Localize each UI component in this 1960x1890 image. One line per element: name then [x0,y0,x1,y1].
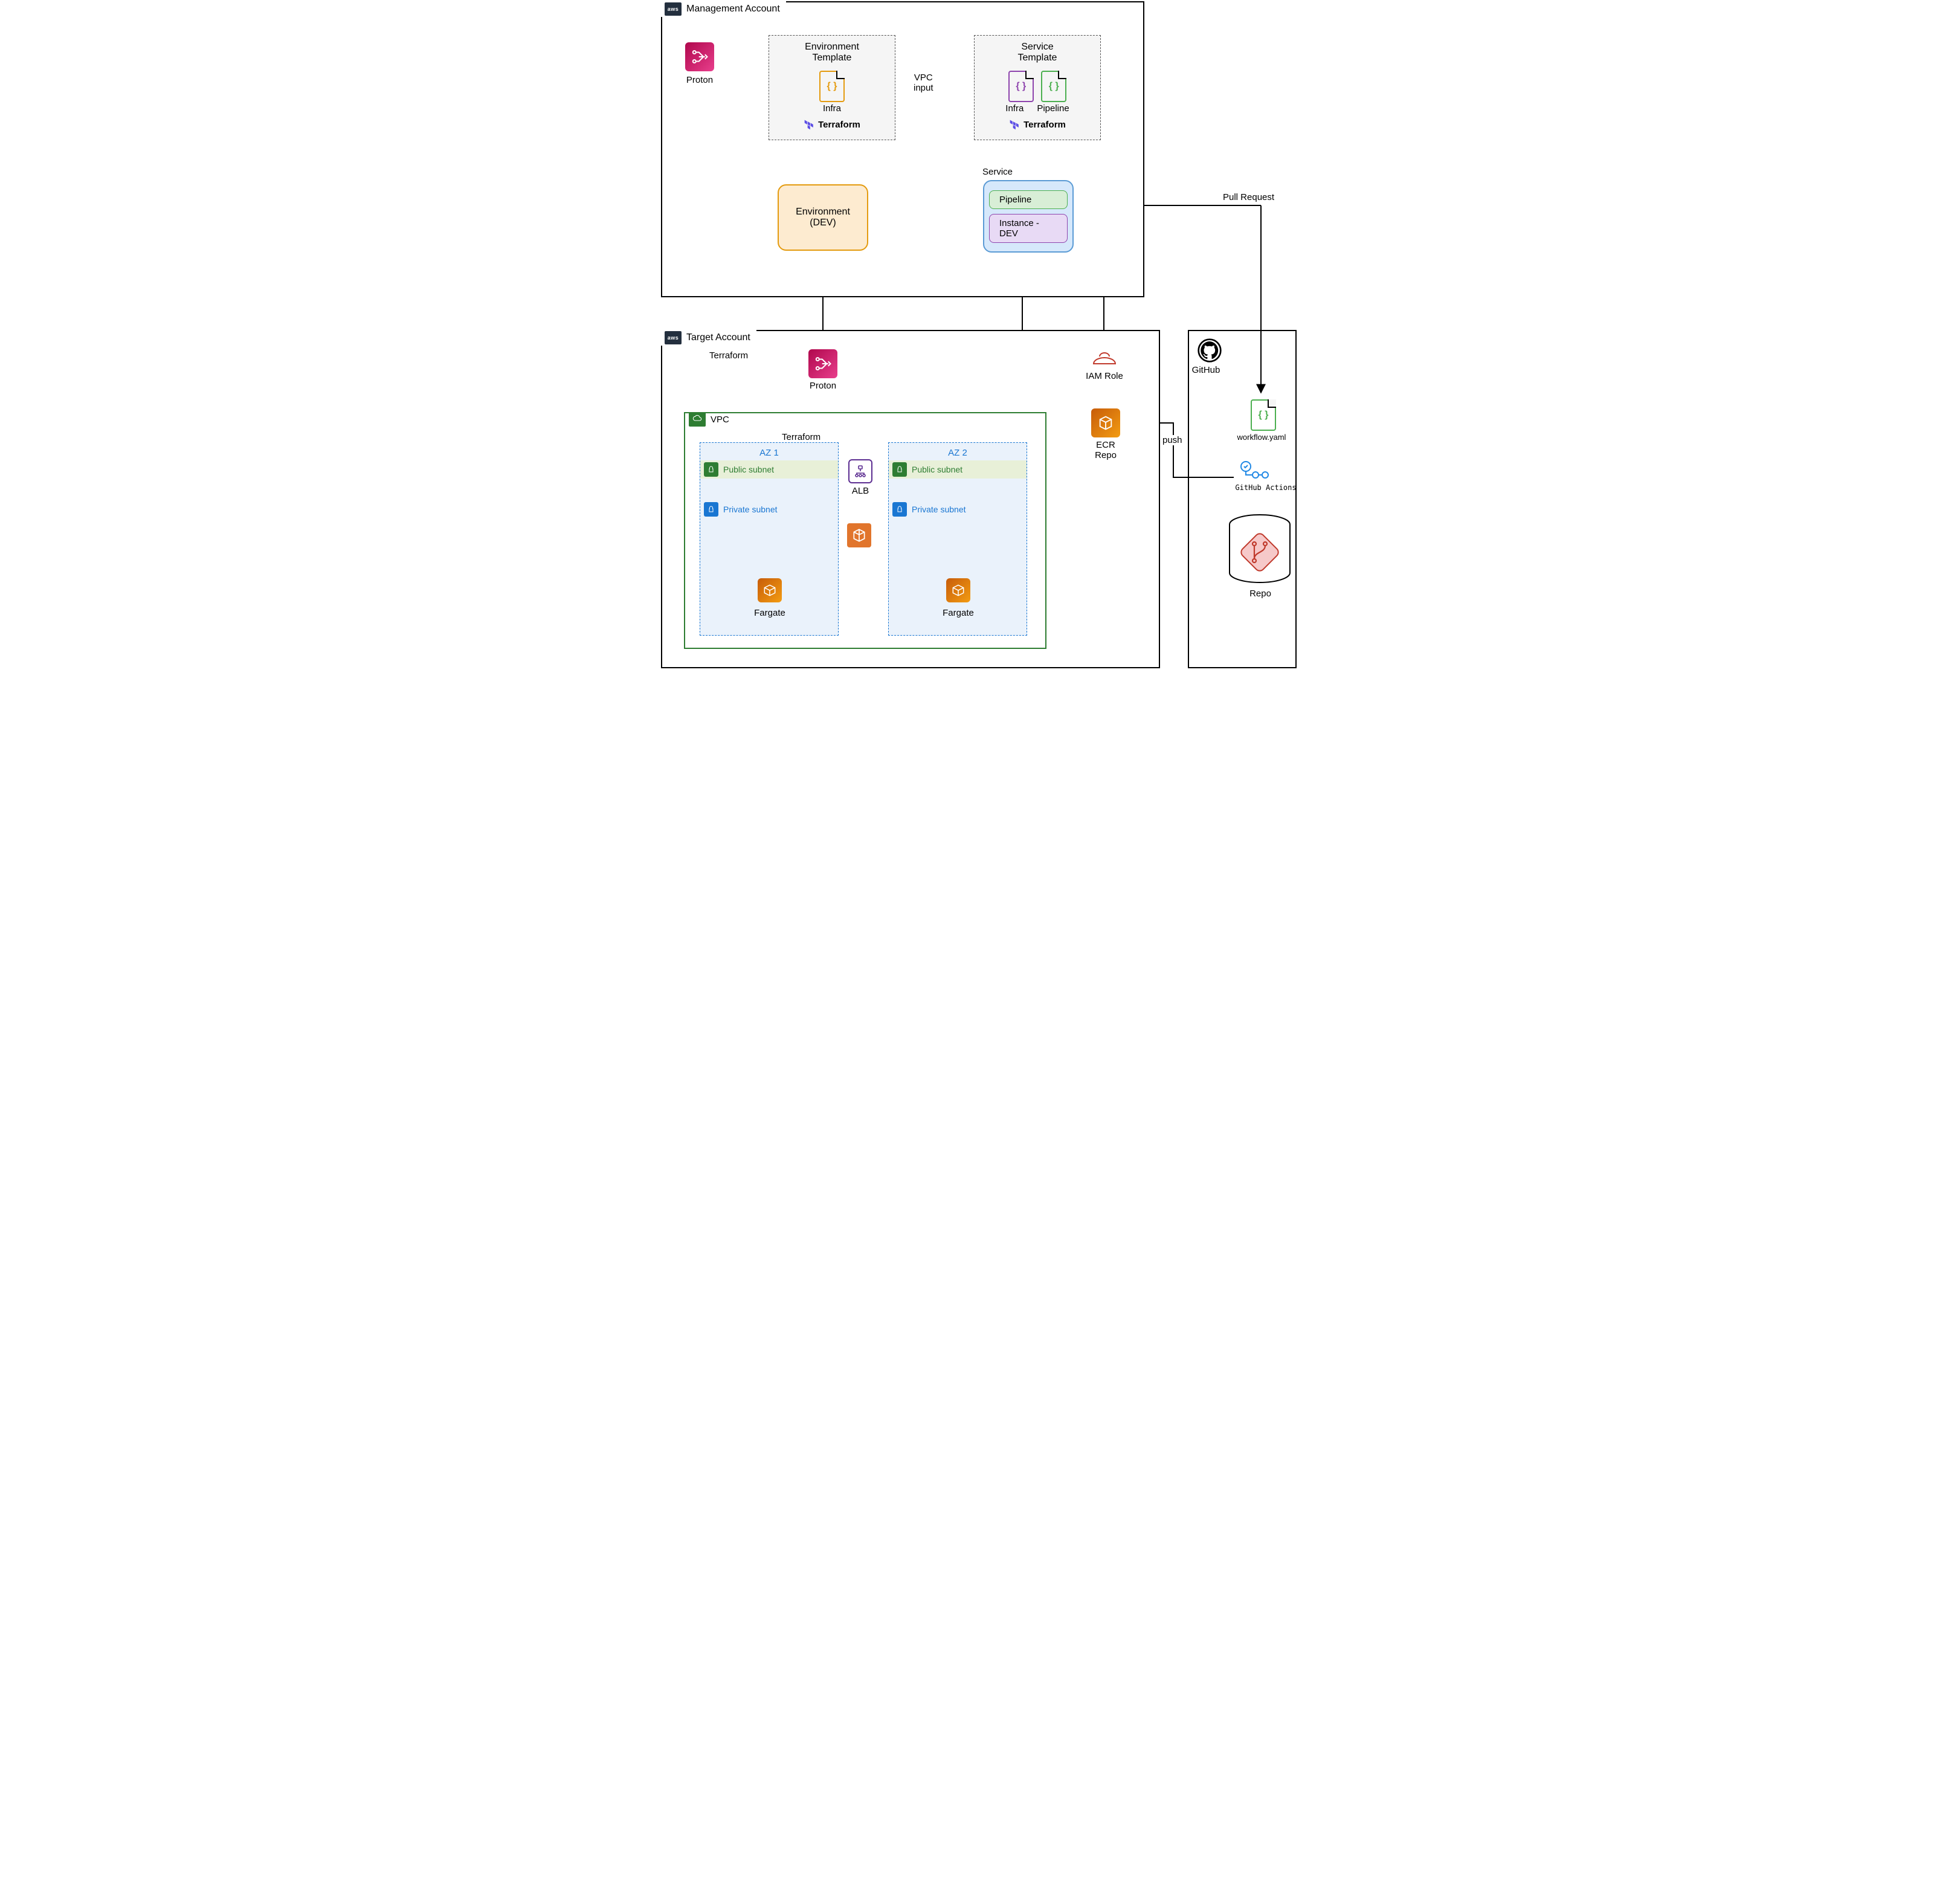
workflow-yaml-label: workflow.yaml [1225,433,1298,442]
proton-target-label: Proton [787,381,859,391]
ecr-repo-label: ECR Repo [1069,440,1142,460]
workflow-yaml-icon: { } [1248,396,1278,432]
lock-icon [892,462,907,477]
az2-public-subnet: Public subnet [889,460,1027,479]
service-pipeline-pill: Pipeline [989,190,1068,209]
az2-title: AZ 2 [889,448,1027,458]
proton-label: Proton [663,75,736,85]
lock-icon [704,462,718,477]
az1-fargate-icon [758,578,782,602]
svc-template-terraform: Terraform [975,118,1100,131]
svc-template-infra-icon: { } [1008,71,1034,102]
lock-icon [704,502,718,517]
vpc-title: VPC [711,414,729,425]
aws-logo-icon: aws [665,2,682,16]
ecr-repo-icon [1091,408,1120,437]
az2-box: AZ 2 Public subnet Private subnet Fargat… [888,442,1027,636]
iam-role-icon [1091,346,1118,373]
az1-title: AZ 1 [700,448,838,458]
vpc-input-label: VPC input [912,73,935,93]
ecs-icon [847,523,871,547]
env-template-infra-icon: { } [819,71,845,102]
az1-private-subnet: Private subnet [700,500,838,518]
environment-template-box: Environment Template { } Infra Terraform [769,35,895,140]
env-template-infra-label: Infra [769,103,895,114]
service-instance-pill: Instance - DEV [989,214,1068,243]
github-icon [1198,338,1222,366]
alb-icon [848,459,872,483]
iam-role-label: IAM Role [1068,371,1141,381]
aws-logo-icon: aws [665,331,682,344]
az1-fargate-label: Fargate [733,608,806,618]
proton-target-icon [808,349,837,378]
terraform-left-label: Terraform [708,350,749,361]
service-box: Pipeline Instance - DEV [983,180,1074,253]
environment-box: Environment (DEV) [778,184,868,251]
target-account-title: Target Account [686,332,750,343]
az1-public-subnet: Public subnet [700,460,838,479]
env-template-title: Environment Template [769,42,895,63]
svc-template-pipeline-icon: { } [1041,71,1066,102]
svc-template-infra-label: Infra [1005,103,1024,114]
github-actions-label: GitHub Actions [1220,483,1311,492]
service-title: Service [981,167,1014,177]
proton-service-icon [685,42,714,71]
repo-label: Repo [1224,589,1297,599]
push-label: push [1161,435,1184,445]
env-template-terraform: Terraform [769,118,895,131]
az2-private-subnet: Private subnet [889,500,1027,518]
alb-label: ALB [824,486,897,496]
github-actions-icon [1239,459,1275,484]
github-label: GitHub [1170,365,1242,375]
lock-icon [892,502,907,517]
vpc-box: VPC AZ 1 Public subnet Private subnet Fa… [684,412,1046,649]
pull-request-label: Pull Request [1222,192,1275,202]
github-box [1188,330,1297,668]
svc-template-pipeline-label: Pipeline [1037,103,1069,114]
az1-box: AZ 1 Public subnet Private subnet Fargat… [700,442,839,636]
management-account-title: Management Account [686,4,780,15]
vpc-icon [689,412,706,427]
repo-icon [1227,514,1293,589]
service-template-box: Service Template { } { } Infra Pipeline … [974,35,1101,140]
svc-template-title: Service Template [975,42,1100,63]
az2-fargate-label: Fargate [922,608,995,618]
az2-fargate-icon [946,578,970,602]
